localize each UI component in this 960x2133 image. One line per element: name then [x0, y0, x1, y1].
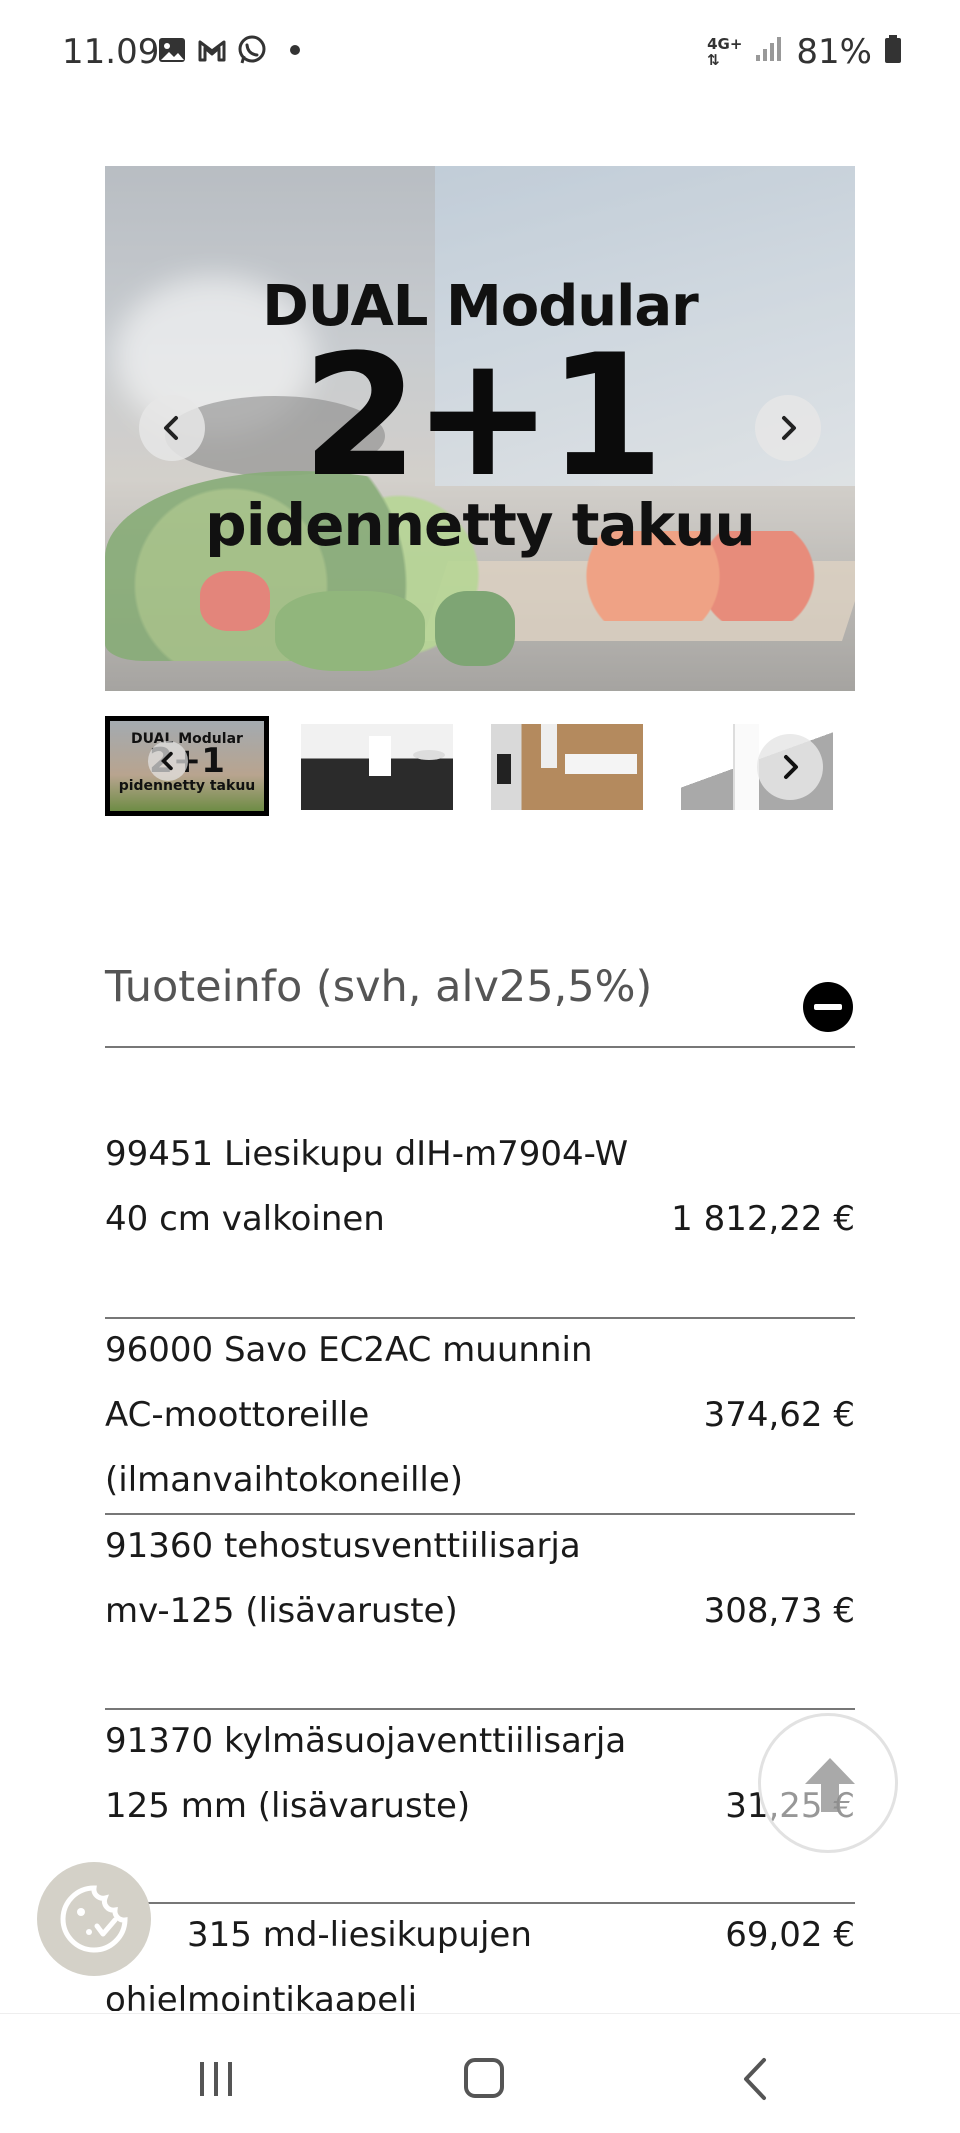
product-name-line: mv-125 (lisävaruste) — [105, 1591, 458, 1631]
scroll-to-top-button[interactable] — [758, 1713, 898, 1853]
product-name-line: 40 cm valkoinen — [105, 1199, 385, 1239]
thumbnail-3[interactable] — [491, 724, 643, 810]
status-bar: 11.09 4G+ ⇅ 81% — [0, 0, 960, 110]
product-name-line: AC-moottoreille — [105, 1395, 370, 1435]
chevron-left-icon — [164, 416, 178, 440]
thumb3-cabinet — [565, 754, 637, 774]
product-price: 374,62 € — [703, 1395, 855, 1435]
arrow-up-icon — [805, 1758, 855, 1812]
product-name-line: ohjelmointikaapeli — [105, 1980, 418, 2011]
gallery-icon — [156, 34, 188, 66]
home-icon — [464, 2058, 504, 2098]
thumb2-lamp — [413, 750, 445, 760]
product-image-carousel[interactable]: DUAL Modular 2+1 pidennetty takuu — [105, 166, 855, 691]
network-label: 4G+ — [707, 35, 743, 53]
minus-circle-icon[interactable] — [803, 982, 853, 1032]
network-icon: 4G+ ⇅ — [707, 35, 743, 69]
thumbnail-strip: DUAL Modular 2+1 pidennetty takuu — [105, 716, 855, 816]
thumb2-hood — [369, 736, 391, 776]
thumb-prev-button[interactable] — [148, 741, 188, 781]
product-name-line: 125 mm (lisävaruste) — [105, 1786, 471, 1826]
product-name-line: 91370 kylmäsuojaventtiilisarja — [105, 1721, 627, 1761]
notification-icons — [156, 34, 300, 66]
recents-button[interactable] — [186, 2054, 246, 2104]
product-price: 308,73 € — [703, 1591, 855, 1631]
thumbnail-2[interactable] — [301, 724, 453, 810]
chevron-right-icon — [782, 416, 796, 440]
product-name-line: 96000 Savo EC2AC muunnin — [105, 1330, 593, 1370]
gmail-icon — [196, 34, 228, 66]
thumbnails-next-button[interactable] — [757, 734, 823, 800]
product-info-title: Tuoteinfo (svh, alv25,5%) — [105, 962, 653, 1012]
carousel-prev-button[interactable] — [139, 395, 205, 461]
thumb4-hood — [733, 724, 759, 810]
product-name-line: 315 md-liesikupujen — [187, 1915, 532, 1955]
system-navigation-bar — [0, 2013, 960, 2133]
thumb1-line3: pidennetty takuu — [118, 778, 256, 794]
product-row: 91360 tehostusventtiilisarja mv-125 (lis… — [105, 1514, 855, 1644]
product-name-line: 91360 tehostusventtiilisarja — [105, 1526, 581, 1566]
recents-icon — [200, 2062, 232, 2096]
product-row: 315 md-liesikupujen ohjelmointikaapeli 6… — [105, 1903, 855, 2011]
product-name: 315 md-liesikupujen ohjelmointikaapeli — [105, 1903, 747, 2011]
signal-icon — [754, 32, 784, 72]
thumb3-hood — [541, 724, 557, 768]
battery-label: 81% — [796, 32, 872, 72]
product-row: 96000 Savo EC2AC muunnin AC-moottoreille… — [105, 1318, 855, 1513]
home-button[interactable] — [454, 2054, 514, 2104]
product-row: 99451 Liesikupu dIH-m7904-W 40 cm valkoi… — [105, 1122, 855, 1252]
slide-title-line2: 2+1 — [301, 318, 665, 514]
product-name-line: 99451 Liesikupu dIH-m7904-W — [105, 1134, 629, 1174]
chevron-left-icon — [161, 751, 173, 771]
dot-icon — [290, 45, 300, 55]
slide-title-line3: pidennetty takuu — [205, 491, 756, 559]
product-name: 91360 tehostusventtiilisarja mv-125 (lis… — [105, 1514, 665, 1644]
product-row: 91370 kylmäsuojaventtiilisarja 125 mm (l… — [105, 1709, 855, 1839]
thumbnail-1[interactable]: DUAL Modular 2+1 pidennetty takuu — [105, 716, 269, 816]
cookie-settings-button[interactable] — [37, 1862, 151, 1976]
product-price: 1 812,22 € — [671, 1199, 855, 1239]
whatsapp-icon — [236, 34, 268, 66]
chevron-right-icon — [784, 755, 798, 779]
carousel-next-button[interactable] — [755, 395, 821, 461]
product-name: 96000 Savo EC2AC muunnin AC-moottoreille… — [105, 1318, 665, 1513]
product-name: 91370 kylmäsuojaventtiilisarja 125 mm (l… — [105, 1709, 665, 1839]
thumb3-panel — [497, 754, 511, 784]
battery-icon — [884, 32, 902, 72]
back-button[interactable] — [726, 2054, 786, 2104]
product-name-line: (ilmanvaihtokoneille) — [105, 1460, 464, 1500]
product-price: 69,02 € — [725, 1915, 855, 1955]
back-icon — [744, 2058, 766, 2100]
product-info-accordion-header[interactable]: Tuoteinfo (svh, alv25,5%) — [105, 958, 855, 1048]
cookie-icon — [60, 1885, 128, 1953]
product-name: 99451 Liesikupu dIH-m7904-W 40 cm valkoi… — [105, 1122, 665, 1252]
status-right: 4G+ ⇅ 81% — [707, 32, 902, 72]
status-time: 11.09 — [62, 32, 160, 72]
